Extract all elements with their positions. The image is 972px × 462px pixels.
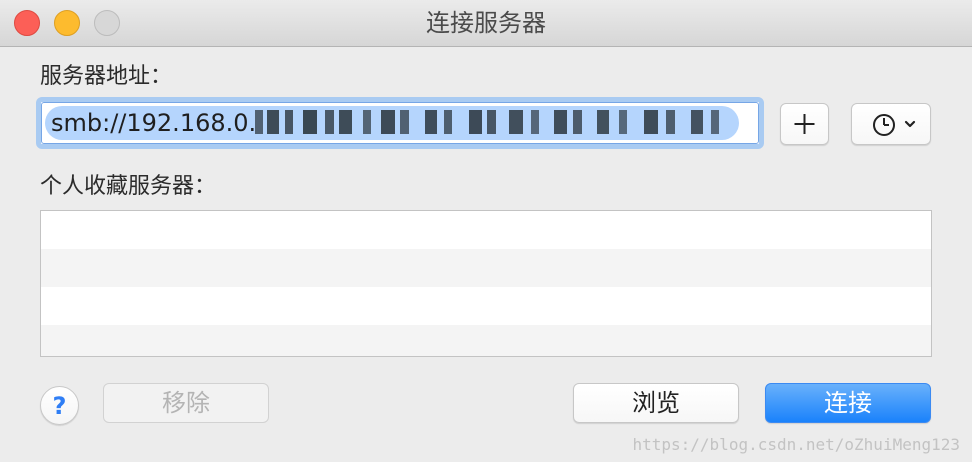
list-item[interactable] xyxy=(41,249,931,287)
clock-icon xyxy=(873,114,895,136)
favorite-servers-label: 个人收藏服务器： xyxy=(40,174,217,199)
remove-button[interactable]: 移除 xyxy=(103,383,269,423)
list-item[interactable] xyxy=(41,287,931,325)
help-button[interactable]: ? xyxy=(40,386,79,425)
server-address-value: smb://192.168.0. xyxy=(51,109,257,137)
list-item[interactable] xyxy=(41,325,931,356)
chevron-down-icon xyxy=(904,120,916,128)
server-address-field[interactable]: smb://192.168.0. xyxy=(36,97,764,149)
recent-servers-button[interactable] xyxy=(851,103,931,145)
server-address-label: 服务器地址： xyxy=(40,64,173,89)
recent-servers-glyphs xyxy=(873,114,916,136)
plus-icon xyxy=(794,114,815,134)
add-favorite-button[interactable] xyxy=(780,103,829,145)
window-title: 连接服务器 xyxy=(426,9,546,37)
title-bar: 连接服务器 xyxy=(0,0,972,47)
browse-button[interactable]: 浏览 xyxy=(573,383,739,423)
list-item[interactable] xyxy=(41,211,931,249)
connect-button[interactable]: 连接 xyxy=(765,383,931,423)
connect-to-server-window: 连接服务器 服务器地址： smb://192.168.0. 个人收藏服务器： ?… xyxy=(0,0,972,462)
redacted-address-text xyxy=(255,110,735,134)
watermark: https://blog.csdn.net/oZhuiMeng123 xyxy=(632,435,960,454)
favorite-servers-list[interactable] xyxy=(40,210,932,357)
